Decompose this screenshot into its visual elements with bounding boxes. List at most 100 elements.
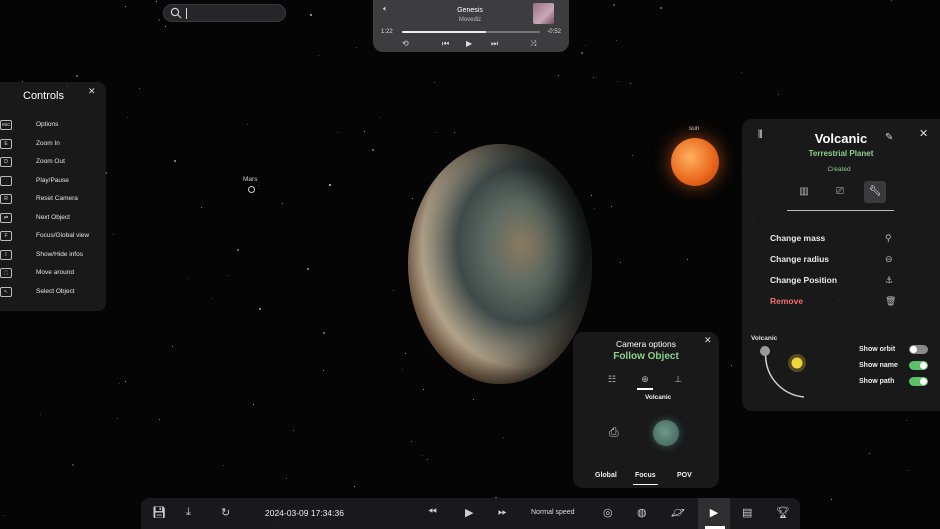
document-icon[interactable]: ▤ [742,506,752,519]
orbit-object-label: Volcanic [751,335,778,342]
repeat-icon[interactable]: ⟲ [402,39,409,48]
mode-pov[interactable]: POV [677,472,692,479]
show-path-label: Show path [859,378,895,385]
star [617,81,618,82]
remove-button[interactable]: Remove [770,296,900,306]
close-icon[interactable]: ✕ [704,335,712,346]
progress-slider[interactable] [402,31,540,33]
star [310,14,312,16]
star [201,207,202,208]
progress-fill [402,31,487,33]
star [364,131,365,132]
show-name-toggle[interactable] [909,361,928,370]
time-remaining: -0:52 [547,29,561,35]
show-path-toggle[interactable] [909,377,928,386]
control-row: ⬚ Move around [0,267,104,281]
star [660,7,662,9]
show-name-row[interactable]: Show name [859,361,939,371]
speaker-icon[interactable]: 🔈︎ [383,4,388,14]
previous-icon[interactable]: ⏮︎ [442,39,449,49]
search-input[interactable] [186,8,187,19]
wrench-tab-icon[interactable]: 🔧︎ [864,181,886,203]
control-label: Select Object [36,287,75,295]
sun-label[interactable]: sun [689,125,699,132]
change-position-button[interactable]: Change Position [770,275,900,285]
star [258,185,259,186]
mode-focus[interactable]: Focus [635,472,656,479]
controls-panel: Controls ✕ esc Options E Zoom In D Zoom Out Pl… [0,82,106,311]
search-bar[interactable] [163,4,286,22]
controls-title: Controls [23,90,64,102]
mode-underline [633,484,658,485]
axis-tab-icon[interactable]: ⊥ [669,374,687,385]
key-icon: ↖ [0,286,12,297]
show-orbit-row[interactable]: Show orbit [859,345,939,355]
star [434,82,435,83]
sliders-tab-icon[interactable]: ☷ [603,374,621,385]
object-panel: ⫴ Volcanic ✎ ✕ Terrestrial Planet Create… [742,119,940,411]
play-icon[interactable]: ▶︎ [465,506,473,519]
track-title: Genesis [457,7,483,14]
control-row: E Zoom In [0,138,104,152]
star [558,75,559,76]
reload-icon[interactable]: ↻ [221,506,230,519]
control-label: Zoom Out [36,158,65,165]
play-icon[interactable]: ▶︎ [466,39,472,48]
star [259,308,261,310]
rewind-icon[interactable]: ⏪︎ [428,506,437,519]
control-row: D Zoom Out [0,156,104,170]
show-orbit-toggle[interactable] [909,345,928,354]
star [616,40,617,41]
star [423,389,424,390]
sun[interactable] [671,138,719,186]
next-icon[interactable]: ⏭︎ [491,39,498,49]
camera-panel: Camera options Follow Object ✕ ☷ ⊕ ⊥ Vol… [573,332,719,488]
crosshair-tab-icon[interactable]: ⊕ [636,374,654,385]
show-name-label: Show name [859,362,898,369]
mode-global[interactable]: Global [595,472,617,479]
download-icon[interactable]: ⤓ [186,506,191,519]
key-icon: ⬚ [0,268,12,278]
trophy-icon[interactable]: 🏆︎ [776,506,790,519]
music-player: 🔈︎ Genesis Movediz 1:22 -0:52 ⟲ ⏮︎ ▶︎ ⏭︎… [373,0,569,52]
edit-icon[interactable]: ✎ [885,132,893,143]
star [76,75,78,77]
key-icon: R [0,194,12,204]
key-icon: F [0,231,12,241]
star [187,278,188,279]
saturn-icon[interactable]: 🪐︎ [671,506,685,519]
star [174,160,176,162]
star [223,465,224,466]
shuffle-icon[interactable]: ⤨ [530,39,536,49]
star [436,132,437,133]
fast-forward-icon[interactable]: ⏩︎ [498,506,507,519]
stats-tab-icon[interactable]: ▥ [793,181,815,203]
star [227,275,228,276]
media-tab-icon[interactable]: ⎚ [829,181,851,203]
star [427,459,428,460]
star [125,381,126,382]
planet-add-icon[interactable]: ◍ [637,506,647,519]
close-icon[interactable]: ✕ [88,86,96,97]
camera-mode: Follow Object [613,351,679,362]
star [620,262,621,263]
mars-marker[interactable] [248,186,255,193]
star [405,353,406,354]
star [594,208,595,209]
star [741,72,742,73]
star [3,515,4,516]
orbit-view-icon[interactable]: ◎ [603,506,613,519]
change-mass-button[interactable]: Change mass [770,233,900,243]
planet-volcanic[interactable] [408,144,592,384]
mars-label[interactable]: Mars [243,176,257,183]
star [402,369,403,370]
control-label: Focus/Global view [36,232,90,239]
tab-underline [787,210,894,211]
close-icon[interactable]: ✕ [919,127,928,140]
camera-icon[interactable]: ▶︎ [698,498,730,529]
change-radius-button[interactable]: Change radius [770,254,900,264]
save-icon[interactable]: 💾︎ [152,506,166,519]
show-path-row[interactable]: Show path [859,377,939,387]
bottom-toolbar: 💾︎ ⤓ ↻ 2024-03-09 17:34:36 ⏪︎ ▶︎ ⏩︎ Norm… [141,498,800,529]
camera-icon[interactable]: ⎙ [609,425,619,440]
